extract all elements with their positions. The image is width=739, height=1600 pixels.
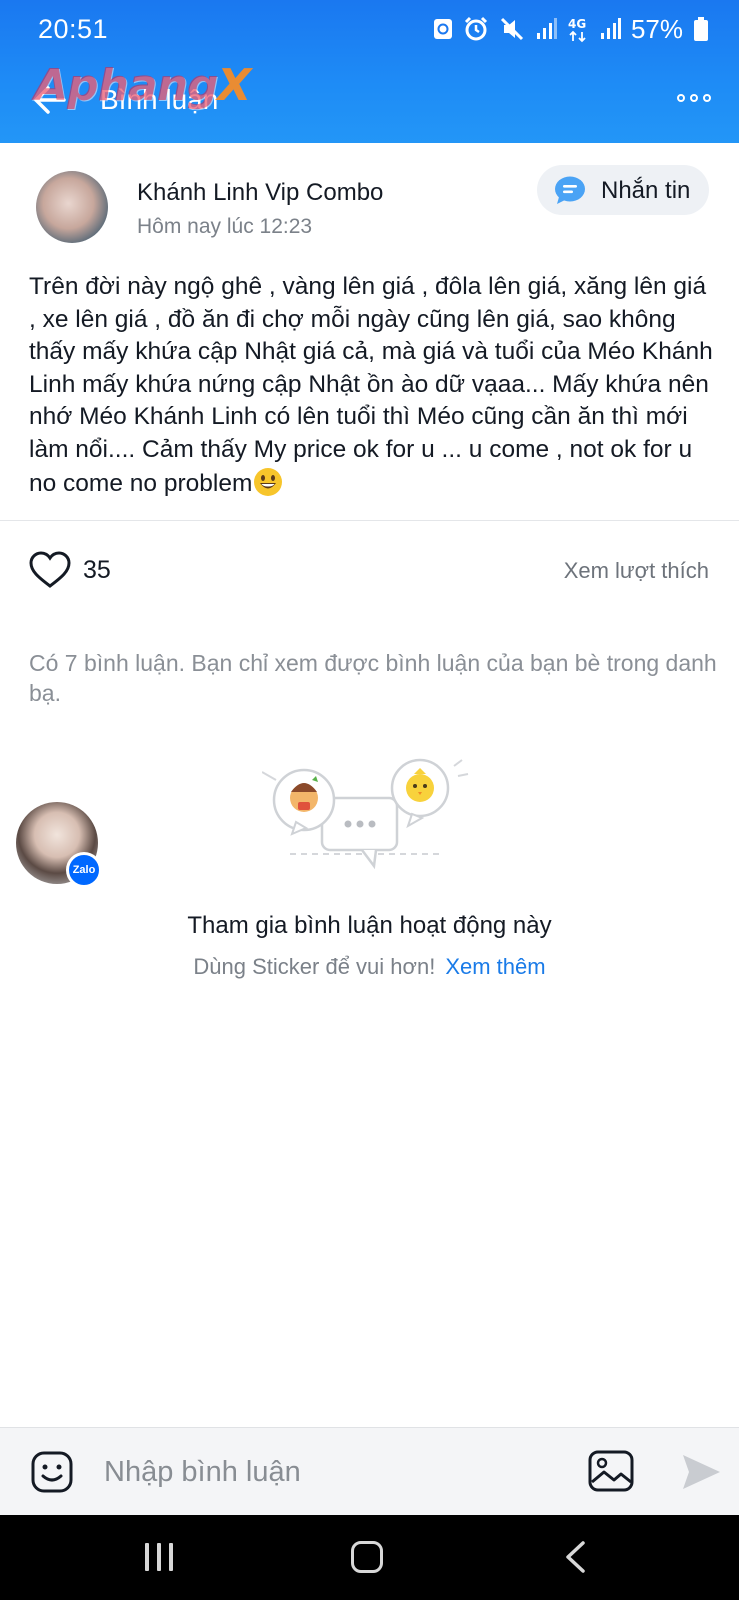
signal-icon — [536, 18, 557, 39]
signal-icon — [600, 18, 621, 39]
view-likes-link[interactable]: Xem lượt thích — [564, 558, 709, 584]
like-row: 35 Xem lượt thích — [0, 540, 739, 604]
watermark-x: X — [217, 60, 251, 111]
sticker-illustration — [262, 758, 469, 870]
more-options-button[interactable] — [677, 86, 717, 110]
status-icons: 4G 57% — [433, 12, 709, 46]
send-icon[interactable] — [680, 1452, 722, 1492]
grinning-face-icon — [254, 467, 283, 496]
comment-note: Có 7 bình luận. Bạn chỉ xem được bình lu… — [29, 650, 717, 706]
top-app-bar: 20:51 4G 57% Bình luận AphangX — [0, 0, 739, 143]
status-bar: 20:51 4G 57% — [0, 0, 739, 58]
recents-bar — [157, 1543, 161, 1571]
author-avatar[interactable] — [36, 171, 108, 243]
join-comment-title: Tham gia bình luận hoạt động này — [187, 912, 552, 939]
see-more-link[interactable]: Xem thêm — [445, 954, 545, 979]
watermark: AphangX — [34, 60, 251, 111]
header: Bình luận AphangX — [0, 58, 739, 143]
image-icon[interactable] — [588, 1450, 634, 1492]
message-button-label: Nhắn tin — [601, 177, 691, 204]
post-header: Khánh Linh Vip Combo Hôm nay lúc 12:23 N… — [0, 143, 739, 243]
chat-bubble-icon — [555, 176, 585, 204]
sticker-hint-row: Dùng Sticker để vui hơn! Xem thêm — [0, 954, 739, 980]
sticker-hint: Dùng Sticker để vui hơn! — [193, 954, 436, 979]
sync-icon — [433, 19, 452, 39]
heart-icon[interactable] — [28, 550, 72, 590]
watermark-text: Aphang — [34, 60, 218, 111]
divider — [0, 520, 739, 521]
comment-input[interactable] — [104, 1450, 564, 1494]
emoji-icon[interactable] — [30, 1450, 74, 1494]
recent-apps-button[interactable] — [145, 1543, 177, 1573]
author-name[interactable]: Khánh Linh Vip Combo — [137, 179, 383, 207]
recents-bar — [145, 1543, 149, 1571]
system-nav-bar — [0, 1515, 739, 1600]
post-content: Trên đời này ngộ ghê , vàng lên giá , đô… — [29, 271, 719, 500]
more-dot — [690, 94, 698, 102]
home-button[interactable] — [351, 1541, 383, 1573]
like-count: 35 — [83, 556, 111, 584]
more-dot — [703, 94, 711, 102]
back-nav-icon[interactable] — [563, 1539, 587, 1575]
svg-text:4G: 4G — [568, 17, 586, 31]
post-text: Trên đời này ngộ ghê , vàng lên giá , đô… — [29, 273, 713, 497]
comment-input-bar — [0, 1427, 739, 1515]
recents-bar — [169, 1543, 173, 1571]
battery-percent: 57% — [630, 13, 683, 44]
message-button[interactable]: Nhắn tin — [537, 165, 709, 215]
zalo-badge: Zalo — [66, 852, 102, 888]
more-dot — [677, 94, 685, 102]
4g-icon: 4G — [568, 17, 586, 43]
post-timestamp: Hôm nay lúc 12:23 — [137, 215, 313, 238]
status-time: 20:51 — [38, 14, 109, 44]
battery-icon — [694, 17, 708, 41]
mute-icon — [500, 17, 524, 41]
alarm-icon — [464, 16, 488, 41]
